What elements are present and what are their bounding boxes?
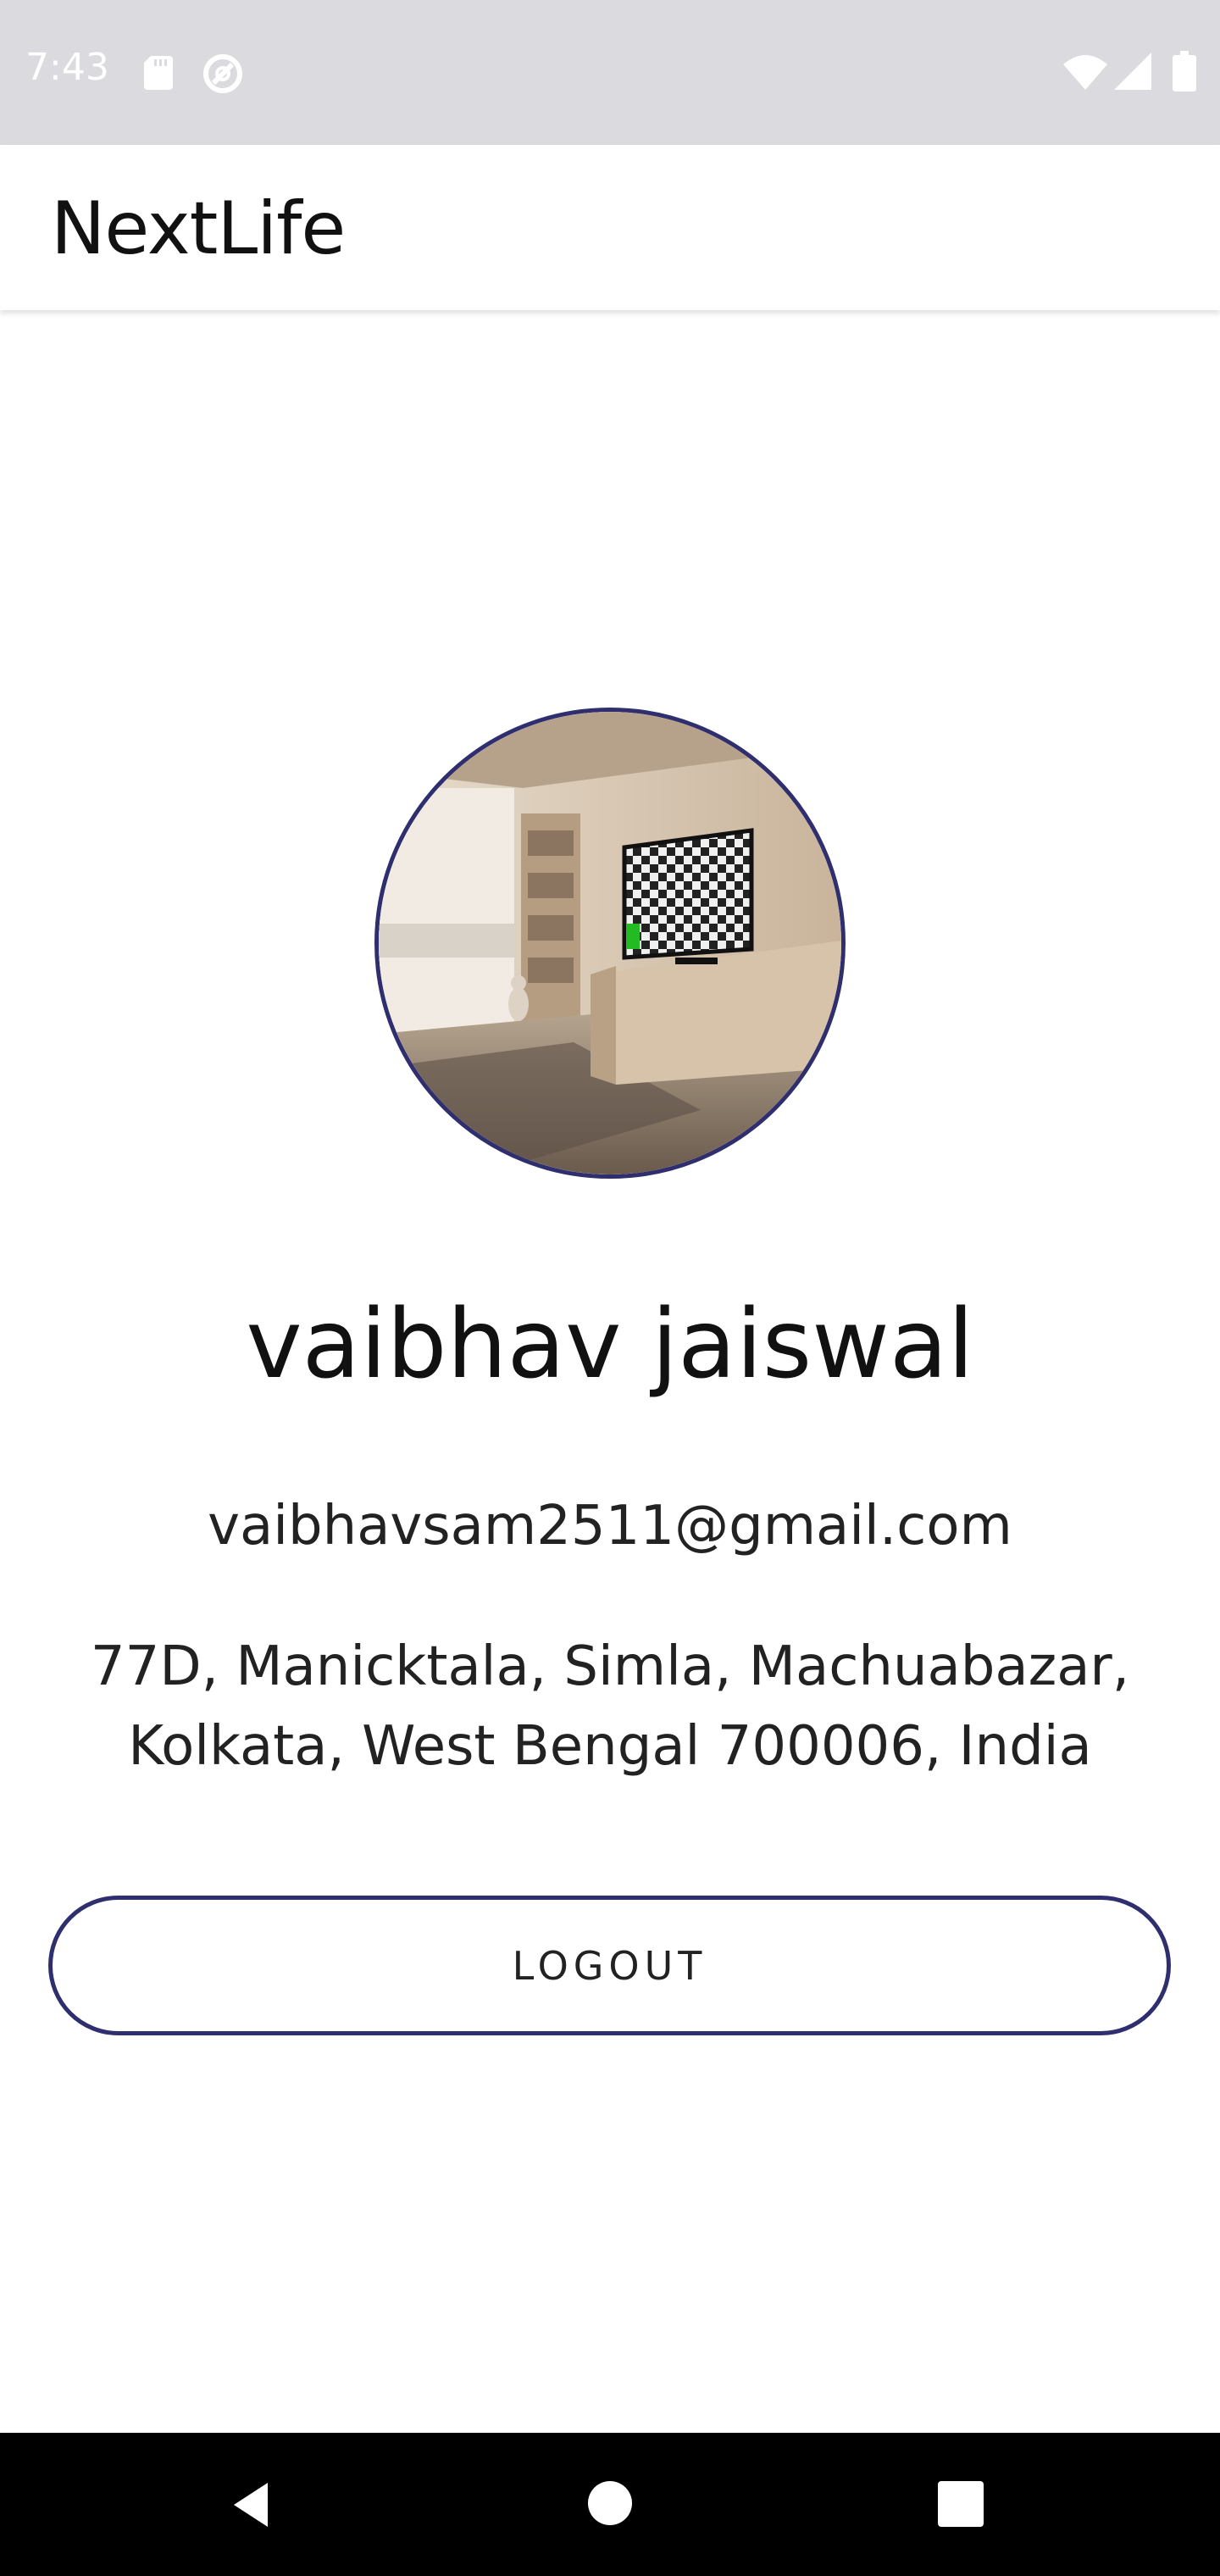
app-bar: NextLife: [0, 145, 1220, 310]
profile-name: vaibhav jaiswal: [246, 1290, 974, 1400]
wifi-icon: [1063, 54, 1107, 90]
recents-icon[interactable]: [938, 2481, 984, 2527]
profile-screen: 7:43 NextLife vaibhav jaiswal vaibhavsam…: [0, 0, 1220, 2576]
profile-email: vaibhavsam2511@gmail.com: [208, 1495, 1012, 1557]
battery-icon: [1173, 51, 1196, 92]
logout-button[interactable]: LOGOUT: [48, 1896, 1171, 2035]
cell-signal-icon: [1114, 53, 1151, 90]
profile-photo: [379, 712, 841, 1174]
navigation-bar: [0, 2433, 1220, 2576]
logout-label: LOGOUT: [512, 1942, 707, 1989]
sd-card-icon: [144, 56, 173, 90]
status-time: 7:43: [25, 46, 109, 89]
address-line-1: 77D, Manicktala, Simla, Machuabazar,: [90, 1635, 1130, 1698]
home-icon[interactable]: [586, 2479, 634, 2527]
back-icon[interactable]: [229, 2479, 280, 2530]
profile-avatar: [374, 708, 846, 1179]
profile-address: 77D, Manicktala, Simla, Machuabazar, Kol…: [34, 1627, 1186, 1786]
status-bar: 7:43: [0, 0, 1220, 145]
app-title: NextLife: [51, 186, 346, 271]
sync-icon: [202, 53, 244, 95]
address-line-2: Kolkata, West Bengal 700006, India: [128, 1715, 1092, 1778]
